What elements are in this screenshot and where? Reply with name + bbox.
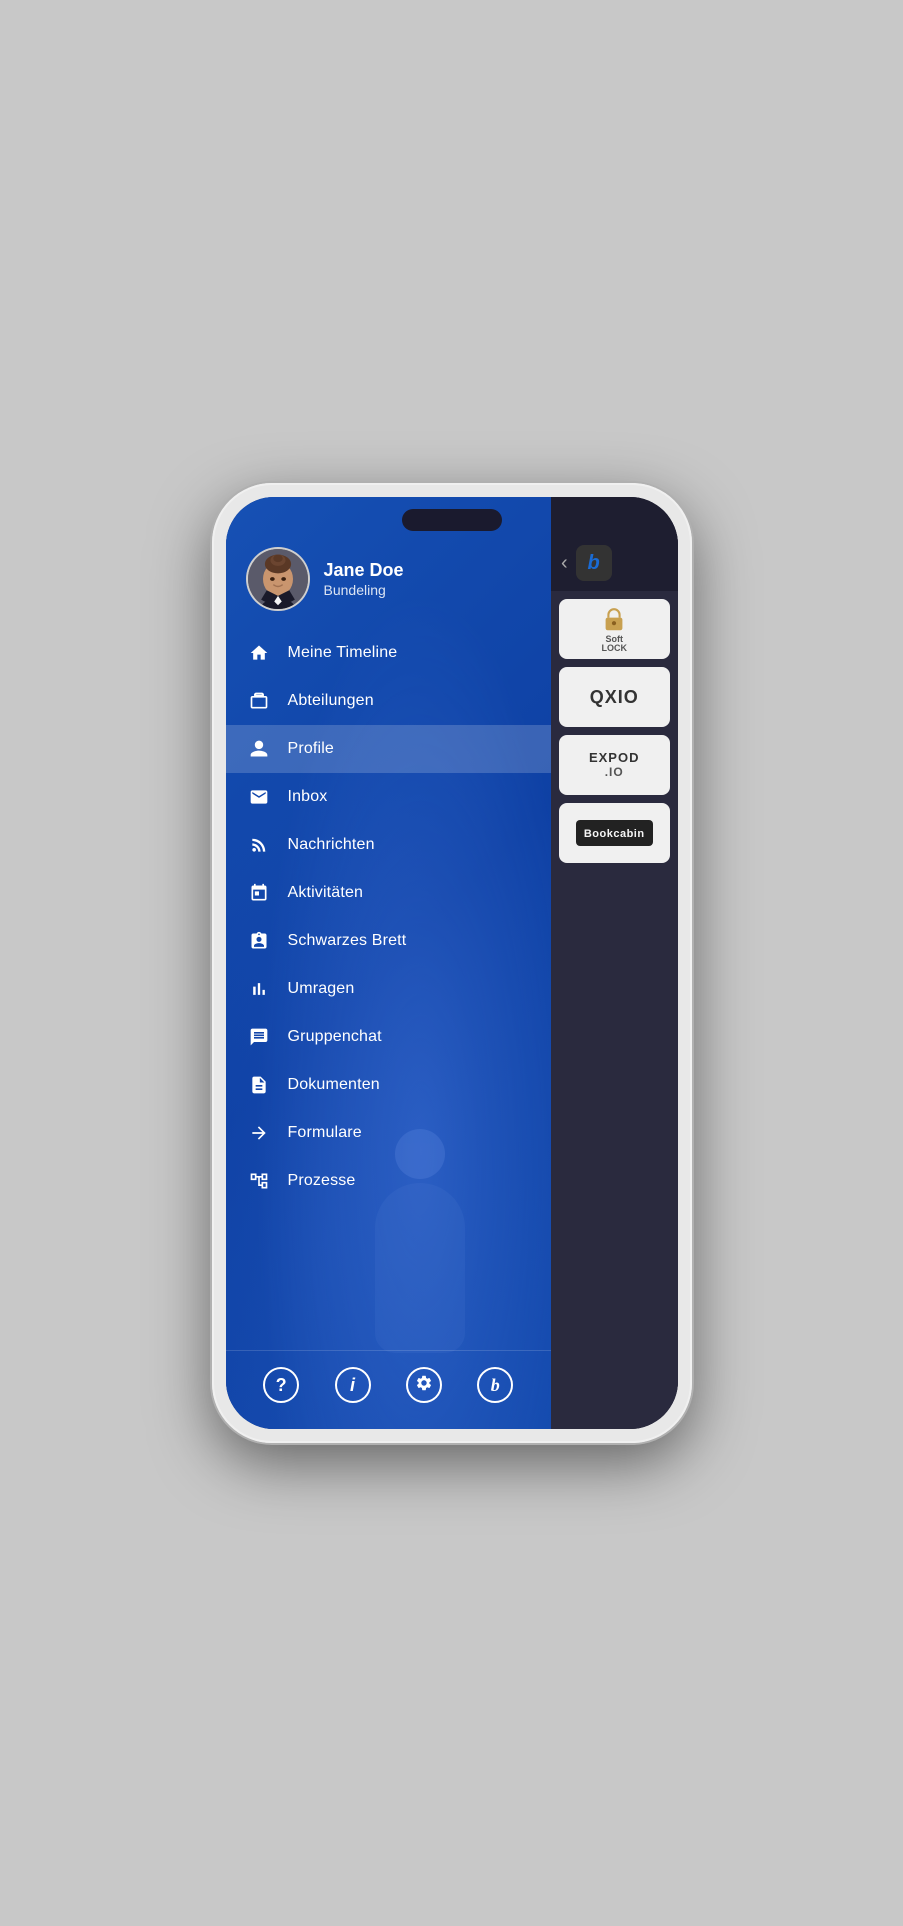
user-company: Bundeling (324, 582, 404, 598)
nav-item-schwarzes-brett[interactable]: Schwarzes Brett (226, 917, 551, 965)
company-card-qxio[interactable]: QXIO (559, 667, 670, 727)
nav-label-abteilungen: Abteilungen (288, 692, 374, 710)
nav-item-inbox[interactable]: Inbox (226, 773, 551, 821)
expod-io-text: .IO (605, 766, 624, 779)
back-button[interactable]: ‹ (561, 552, 568, 575)
menu-content: Jane Doe Bundeling Meine Timeline (226, 497, 551, 1429)
gear-icon (415, 1374, 433, 1397)
company-card-bookcabin[interactable]: Bookcabin (559, 803, 670, 863)
nav-item-formulare[interactable]: Formulare (226, 1109, 551, 1157)
app-logo: b (576, 545, 612, 581)
person-icon (248, 738, 270, 760)
nav-item-nachrichten[interactable]: Nachrichten (226, 821, 551, 869)
avatar-image (248, 549, 308, 609)
bundeling-b-icon: b (491, 1375, 500, 1396)
nav-item-dokumenten[interactable]: Dokumenten (226, 1061, 551, 1109)
softlock-label-lock: LOCK (601, 644, 627, 653)
bar-chart-icon (248, 978, 270, 1000)
nav-label-schwarzes-brett: Schwarzes Brett (288, 932, 407, 950)
user-profile-section[interactable]: Jane Doe Bundeling (226, 537, 551, 629)
user-name: Jane Doe (324, 560, 404, 582)
screen-content: Jane Doe Bundeling Meine Timeline (226, 497, 678, 1429)
expod-logo-text: EXPOD (589, 751, 640, 765)
briefcase-icon (248, 690, 270, 712)
company-card-softlock[interactable]: Soft LOCK (559, 599, 670, 659)
nav-item-gruppenchat[interactable]: Gruppenchat (226, 1013, 551, 1061)
nav-label-profile: Profile (288, 740, 334, 758)
phone-notch (402, 509, 502, 531)
nav-item-abteilungen[interactable]: Abteilungen (226, 677, 551, 725)
info-button[interactable]: i (335, 1367, 371, 1403)
company-list: Soft LOCK QXIO EXPOD .IO (551, 591, 678, 1429)
phone-frame: Jane Doe Bundeling Meine Timeline (212, 483, 692, 1443)
qxio-logo-text: QXIO (590, 687, 639, 708)
calendar-icon (248, 882, 270, 904)
right-panel: ‹ b (551, 497, 678, 1429)
settings-button[interactable] (406, 1367, 442, 1403)
help-button[interactable]: ? (263, 1367, 299, 1403)
hierarchy-icon (248, 1170, 270, 1192)
arrow-icon (248, 1122, 270, 1144)
navigation-list: Meine Timeline Abteilungen (226, 629, 551, 1350)
nav-label-aktivitaeten: Aktivitäten (288, 884, 364, 902)
document-icon (248, 1074, 270, 1096)
nav-label-timeline: Meine Timeline (288, 644, 398, 662)
clipboard-icon (248, 930, 270, 952)
nav-label-prozesse: Prozesse (288, 1172, 356, 1190)
right-header: ‹ b (551, 497, 678, 591)
envelope-icon (248, 786, 270, 808)
question-icon: ? (276, 1375, 287, 1396)
home-icon (248, 642, 270, 664)
softlock-lock-icon (600, 605, 628, 633)
nav-label-formulare: Formulare (288, 1124, 362, 1142)
bookcabin-logo-text: Bookcabin (584, 828, 645, 840)
nav-item-timeline[interactable]: Meine Timeline (226, 629, 551, 677)
nav-label-dokumenten: Dokumenten (288, 1076, 380, 1094)
nav-item-aktivitaeten[interactable]: Aktivitäten (226, 869, 551, 917)
phone-screen: Jane Doe Bundeling Meine Timeline (226, 497, 678, 1429)
avatar (246, 547, 310, 611)
nav-item-umragen[interactable]: Umragen (226, 965, 551, 1013)
info-icon: i (350, 1375, 355, 1396)
nav-label-umragen: Umragen (288, 980, 355, 998)
nav-label-gruppenchat: Gruppenchat (288, 1028, 382, 1046)
nav-item-profile[interactable]: Profile (226, 725, 551, 773)
nav-item-prozesse[interactable]: Prozesse (226, 1157, 551, 1205)
nav-label-nachrichten: Nachrichten (288, 836, 375, 854)
rss-icon (248, 834, 270, 856)
chat-icon (248, 1026, 270, 1048)
user-info: Jane Doe Bundeling (324, 560, 404, 598)
nav-label-inbox: Inbox (288, 788, 328, 806)
menu-panel: Jane Doe Bundeling Meine Timeline (226, 497, 551, 1429)
bottom-toolbar: ? i b (226, 1350, 551, 1429)
bundeling-logo-button[interactable]: b (477, 1367, 513, 1403)
company-card-expod[interactable]: EXPOD .IO (559, 735, 670, 795)
